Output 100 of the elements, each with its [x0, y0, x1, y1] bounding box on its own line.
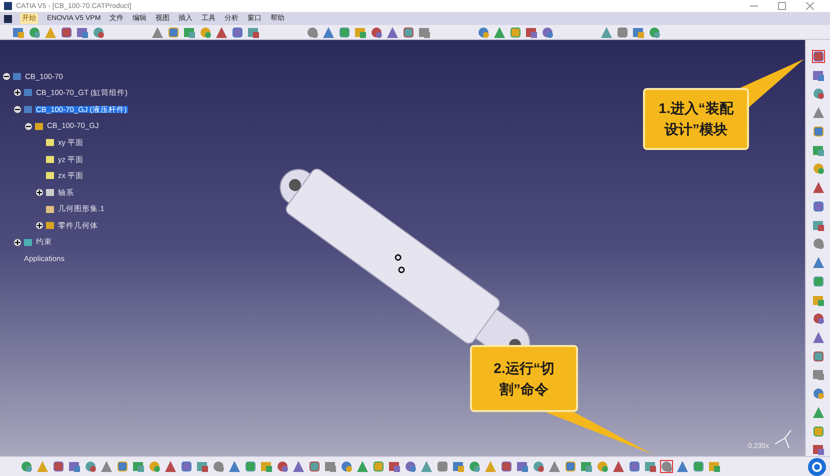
tool-icon[interactable] [812, 50, 824, 63]
tool-icon[interactable] [644, 460, 657, 473]
tool-icon[interactable] [436, 460, 449, 473]
tool-icon[interactable] [692, 460, 705, 473]
tool-icon[interactable] [616, 26, 629, 38]
tool-icon[interactable] [356, 460, 369, 473]
tool-icon[interactable] [148, 460, 161, 473]
tool-icon[interactable] [228, 460, 241, 473]
tool-icon[interactable] [260, 460, 273, 473]
tool-icon[interactable] [509, 26, 522, 38]
tool-icon[interactable] [68, 460, 81, 473]
tool-icon[interactable] [372, 460, 385, 473]
tool-icon[interactable] [196, 460, 209, 473]
tool-icon[interactable] [628, 460, 641, 473]
tool-icon[interactable] [812, 312, 824, 326]
tool-icon[interactable] [36, 460, 49, 473]
tool-icon[interactable] [812, 294, 824, 306]
tool-icon[interactable] [500, 460, 513, 473]
tool-icon[interactable] [477, 26, 490, 38]
tool-icon[interactable] [812, 256, 824, 269]
tool-icon[interactable] [20, 460, 33, 473]
tool-icon[interactable] [28, 26, 41, 38]
tool-icon[interactable] [812, 443, 824, 456]
tool-icon[interactable] [548, 460, 561, 473]
tool-icon[interactable] [660, 460, 673, 473]
tool-icon[interactable] [596, 460, 609, 473]
tool-icon[interactable] [12, 26, 25, 38]
tool-icon[interactable] [812, 424, 824, 438]
tool-icon[interactable] [812, 106, 824, 119]
expand-icon[interactable] [14, 238, 21, 246]
expand-icon[interactable] [14, 89, 21, 96]
tool-icon[interactable] [812, 406, 824, 419]
tool-icon[interactable] [812, 181, 824, 194]
tool-icon[interactable] [468, 460, 481, 473]
tool-icon[interactable] [292, 460, 305, 473]
tool-icon[interactable] [812, 274, 824, 288]
tool-icon[interactable] [324, 460, 337, 473]
tool-icon[interactable] [648, 26, 661, 38]
tool-icon[interactable] [812, 331, 824, 344]
tool-icon[interactable] [612, 460, 625, 473]
tool-icon[interactable] [812, 124, 824, 138]
tool-icon[interactable] [306, 26, 319, 38]
tool-icon[interactable] [812, 368, 824, 382]
tool-icon[interactable] [418, 26, 431, 38]
callout-text: 2.运行“切割”命令 [492, 358, 556, 398]
tool-icon[interactable] [812, 218, 824, 232]
tool-icon[interactable] [812, 68, 824, 82]
tool-icon[interactable] [484, 460, 497, 473]
expand-icon[interactable] [36, 222, 43, 230]
tool-icon[interactable] [812, 387, 824, 400]
tool-icon[interactable] [812, 162, 824, 176]
tool-icon[interactable] [564, 460, 577, 473]
tool-icon[interactable] [100, 460, 113, 473]
tool-icon[interactable] [532, 460, 545, 473]
chat-icon[interactable] [808, 458, 826, 476]
collapse-icon[interactable] [14, 106, 21, 113]
tool-icon[interactable] [180, 460, 193, 473]
tool-icon[interactable] [276, 460, 289, 473]
tool-icon[interactable] [247, 26, 260, 38]
tool-icon[interactable] [244, 460, 257, 473]
close-icon[interactable] [806, 2, 814, 10]
tool-icon[interactable] [812, 200, 824, 213]
collapse-icon[interactable] [25, 122, 32, 130]
tool-icon[interactable] [632, 26, 645, 38]
tool-icon[interactable] [164, 460, 177, 473]
tool-icon[interactable] [388, 460, 401, 473]
tool-icon[interactable] [167, 26, 180, 38]
tool-icon[interactable] [116, 460, 129, 473]
tool-icon[interactable] [308, 460, 321, 473]
tool-icon[interactable] [812, 237, 824, 250]
tool-icon[interactable] [541, 26, 554, 38]
tool-icon[interactable] [199, 26, 212, 38]
expand-icon[interactable] [36, 188, 43, 196]
tool-icon[interactable] [404, 460, 417, 473]
tool-icon[interactable] [183, 26, 196, 38]
maximize-icon[interactable] [778, 2, 786, 10]
tool-icon[interactable] [812, 350, 824, 362]
tool-icon[interactable] [60, 26, 73, 38]
tool-icon[interactable] [812, 87, 824, 100]
tool-icon[interactable] [402, 26, 415, 38]
collapse-icon[interactable] [3, 72, 10, 80]
tool-icon[interactable] [354, 26, 367, 38]
tool-icon[interactable] [212, 460, 225, 473]
tool-icon[interactable] [338, 26, 351, 38]
tool-icon[interactable] [132, 460, 145, 473]
tool-icon[interactable] [420, 460, 433, 473]
tool-icon[interactable] [370, 26, 383, 38]
tool-icon[interactable] [452, 460, 465, 473]
tool-icon[interactable] [92, 26, 105, 38]
tool-icon[interactable] [76, 26, 89, 38]
tool-icon[interactable] [708, 460, 721, 473]
tool-icon[interactable] [676, 460, 689, 473]
tool-icon[interactable] [52, 460, 65, 473]
tool-icon[interactable] [516, 460, 529, 473]
tool-icon[interactable] [340, 460, 353, 473]
tool-icon[interactable] [580, 460, 593, 473]
tool-icon[interactable] [231, 26, 244, 38]
tool-icon[interactable] [525, 26, 538, 38]
tool-icon[interactable] [812, 144, 824, 156]
tool-icon[interactable] [84, 460, 97, 473]
